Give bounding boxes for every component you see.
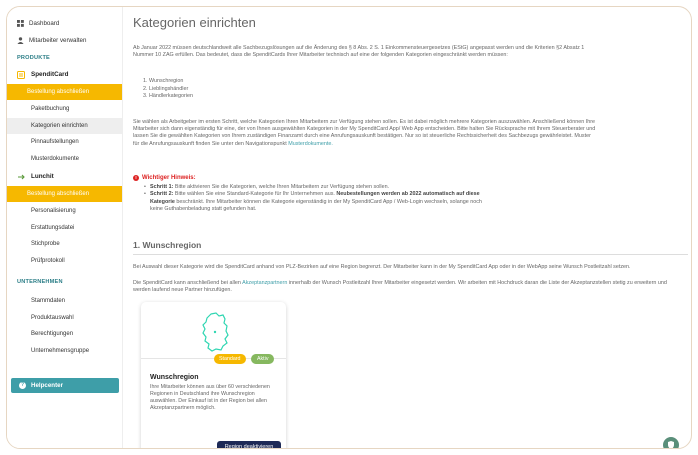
helpcenter-label: Helpcenter — [31, 382, 63, 389]
active-badge[interactable]: Aktiv — [251, 354, 275, 364]
list-item: 2. Lieblingshändler — [143, 85, 189, 92]
sidebar-section-company: UNTERNEHMEN — [17, 279, 63, 285]
app-frame: Dashboard Mitarbeiter verwalten PRODUKTE… — [6, 6, 692, 449]
list-item: 3. Händlerkategorien — [143, 93, 194, 99]
sidebar-brand-label: Lunchit — [31, 173, 54, 180]
warning-icon: ! — [133, 175, 139, 181]
sidebar-item-label: Mitarbeiter verwalten — [29, 37, 87, 44]
card-description: Ihre Mitarbeiter können aus über 60 vers… — [150, 384, 270, 411]
list-item: Schritt 2: Bitte wählen Sie eine Standar… — [144, 191, 489, 213]
section-divider — [133, 254, 688, 255]
region-text: Die SpenditCard kann anschließend bei al… — [133, 280, 241, 286]
step-text: Bitte wählen Sie eine Standard-Kategorie… — [174, 191, 335, 198]
category-list: 1. Wunschregion 2. Lieblingshändler 3. H… — [143, 78, 193, 101]
lunchit-checkout-button[interactable]: Bestellung abschließen — [7, 186, 122, 202]
main-content: Kategorien einrichten Ab Januar 2022 müs… — [133, 7, 691, 448]
step-label: Schritt 1: — [150, 184, 174, 190]
germany-map-icon — [202, 312, 229, 352]
sidebar-item-employees[interactable]: Mitarbeiter verwalten — [7, 32, 122, 49]
spendit-checkout-button[interactable]: Bestellung abschließen — [7, 84, 122, 100]
page-title: Kategorien einrichten — [133, 15, 256, 30]
step-text: beschränkt. Ihre Mitarbeiter können die … — [150, 198, 482, 212]
sidebar-item-unternehmensgruppe[interactable]: Unternehmensgruppe — [7, 343, 122, 360]
list-item: Schritt 1: Bitte aktivieren Sie die Kate… — [144, 184, 489, 192]
list-item: 1. Wunschregion — [143, 78, 184, 84]
card-title: Wunschregion — [150, 374, 199, 381]
sidebar-item-musterdokumente[interactable]: Musterdokumente — [7, 151, 122, 168]
shield-icon[interactable] — [663, 437, 679, 448]
sidebar-brand-label: SpenditCard — [31, 71, 69, 78]
sidebar-item-dashboard[interactable]: Dashboard — [7, 15, 122, 32]
explanation-paragraph: Sie wählen als Arbeitgeber im ersten Sch… — [133, 119, 598, 148]
notice-steps: Schritt 1: Bitte aktivieren Sie die Kate… — [144, 184, 489, 213]
sidebar-section-products: PRODUKTE — [17, 55, 50, 61]
sidebar: Dashboard Mitarbeiter verwalten PRODUKTE… — [7, 7, 123, 448]
sidebar-item-stichprobe[interactable]: Stichprobe — [7, 236, 122, 253]
explanation-text: Sie wählen als Arbeitgeber im ersten Sch… — [133, 119, 596, 147]
step-label: Schritt 2: — [150, 191, 174, 198]
region-paragraph-2: Die SpenditCard kann anschließend bei al… — [133, 280, 683, 294]
card-icon — [17, 71, 25, 79]
sidebar-item-label: Dashboard — [29, 20, 60, 27]
category-card-wunschregion: Standard Aktiv Wunschregion Ihre Mitarbe… — [141, 302, 286, 448]
akzeptanzpartner-link[interactable]: Akzeptanzpartnern — [242, 280, 287, 286]
sidebar-item-pinnaufstellungen[interactable]: Pinnaufstellungen — [7, 134, 122, 151]
region-paragraph-1: Bei Auswahl dieser Kategorie wird die Sp… — [133, 264, 631, 270]
sidebar-item-personalisierung[interactable]: Personalisierung — [7, 203, 122, 220]
sidebar-brand-spenditcard[interactable]: SpenditCard — [7, 67, 122, 83]
sidebar-item-kategorien[interactable]: Kategorien einrichten — [7, 117, 122, 134]
user-icon — [17, 37, 24, 44]
helpcenter-button[interactable]: ? Helpcenter — [11, 378, 119, 393]
dashboard-icon — [17, 20, 24, 27]
deactivate-region-button[interactable]: Region deaktivieren — [217, 441, 281, 448]
section-title-wunschregion: 1. Wunschregion — [133, 240, 202, 250]
step-text: Bitte aktivieren Sie die Kategorien, wel… — [174, 184, 390, 190]
sidebar-brand-lunchit[interactable]: Lunchit — [7, 169, 122, 185]
help-icon: ? — [19, 382, 26, 389]
lunch-icon — [18, 174, 25, 180]
sidebar-item-paketbuchung[interactable]: Paketbuchung — [7, 101, 122, 118]
sidebar-item-pruefprotokoll[interactable]: Prüfprotokoll — [7, 253, 122, 270]
standard-badge[interactable]: Standard — [214, 354, 246, 364]
musterdokumente-link[interactable]: Musterdokumente. — [288, 141, 333, 147]
sidebar-item-stammdaten[interactable]: Stammdaten — [7, 293, 122, 310]
important-notice-title: ! Wichtiger Hinweis: — [133, 175, 196, 181]
sidebar-item-produktauswahl[interactable]: Produktauswahl — [7, 310, 122, 327]
sidebar-item-berechtigungen[interactable]: Berechtigungen — [7, 326, 122, 343]
notice-label: Wichtiger Hinweis: — [142, 175, 196, 181]
intro-paragraph: Ab Januar 2022 müssen deutschlandweit al… — [133, 45, 585, 59]
sidebar-item-erstattungsdatei[interactable]: Erstattungsdatei — [7, 220, 122, 237]
